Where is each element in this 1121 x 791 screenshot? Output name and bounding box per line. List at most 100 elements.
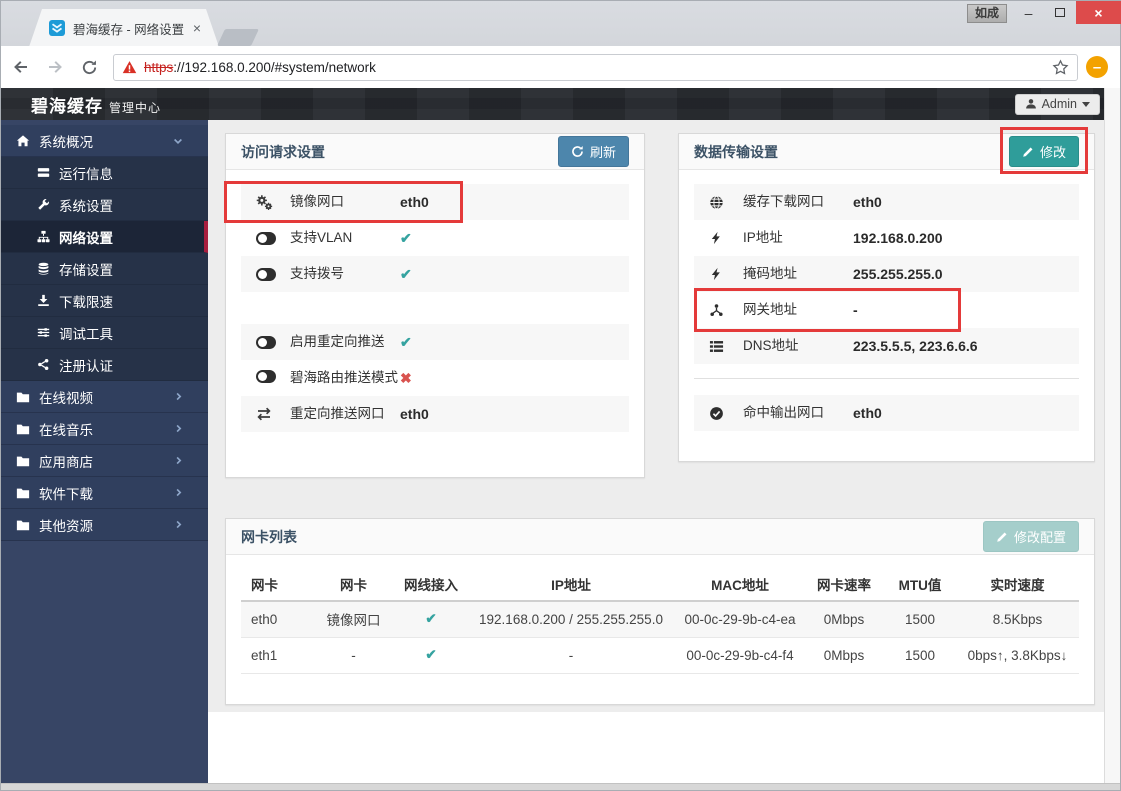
extension-icon[interactable]: – <box>1086 56 1108 78</box>
setting-value: eth0 <box>400 406 429 422</box>
sidebar-item-download-limit[interactable]: 下载限速 <box>1 285 208 317</box>
toggle-icon <box>256 231 276 245</box>
setting-row-redirect-port: 重定向推送网口 eth0 <box>241 396 629 432</box>
forward-icon[interactable] <box>41 53 69 81</box>
chevron-right-icon <box>173 487 184 498</box>
globe-icon <box>709 195 729 210</box>
check-icon: ✔ <box>400 333 412 350</box>
nic-rate: 8.5Kbps <box>956 601 1079 638</box>
browser-window: 碧海缓存 - 网络设置 × 如成 – × https://192.168.0.2… <box>0 0 1121 791</box>
sidebar-item-other-resources[interactable]: 其他资源 <box>1 509 208 541</box>
maximize-icon[interactable] <box>1044 1 1076 24</box>
download-icon <box>37 294 50 307</box>
nic-role: 镜像网口 <box>311 601 396 638</box>
sidebar-item-online-music[interactable]: 在线音乐 <box>1 413 208 445</box>
exchange-icon <box>256 406 276 422</box>
col-header: MAC地址 <box>676 567 804 602</box>
setting-row-ip: IP地址 192.168.0.200 <box>694 220 1079 256</box>
folder-icon <box>16 486 30 500</box>
url-rest: ://192.168.0.200/#system/network <box>173 59 376 75</box>
edit-button[interactable]: 修改 <box>1008 136 1079 167</box>
minimize-icon[interactable]: – <box>1013 1 1044 24</box>
refresh-button[interactable]: 刷新 <box>557 136 629 167</box>
setting-value: 192.168.0.200 <box>853 230 943 246</box>
setting-row-dns: DNS地址 223.5.5.5, 223.6.6.6 <box>694 328 1079 364</box>
setting-row-vlan: 支持VLAN ✔ <box>241 220 629 256</box>
gears-icon <box>256 194 276 211</box>
sidebar-item-software-download[interactable]: 软件下载 <box>1 477 208 509</box>
check-circle-icon <box>709 406 729 421</box>
sitemap-icon <box>37 230 50 243</box>
toggle-icon <box>256 267 276 281</box>
nic-ip: - <box>466 637 676 674</box>
setting-row-hit-output-port: 命中输出网口 eth0 <box>694 395 1079 431</box>
setting-row-mask: 掩码地址 255.255.255.0 <box>694 256 1079 292</box>
sidebar-item-network-settings[interactable]: 网络设置 <box>1 221 208 253</box>
back-icon[interactable] <box>7 53 35 81</box>
edit-config-button[interactable]: 修改配置 <box>982 521 1079 552</box>
sidebar-item-register-auth[interactable]: 注册认证 <box>1 349 208 381</box>
check-icon: ✔ <box>400 265 412 282</box>
window-bottom-border <box>1 783 1120 790</box>
setting-value: eth0 <box>853 194 882 210</box>
url-scheme-struck: https <box>144 59 174 75</box>
tab-stub[interactable] <box>217 29 259 46</box>
admin-menu-button[interactable]: Admin <box>1014 93 1100 115</box>
warning-icon[interactable] <box>122 60 137 75</box>
setting-value: eth0 <box>400 194 429 210</box>
setting-label: 重定向推送网口 <box>290 406 385 422</box>
col-header: 网卡速率 <box>804 567 884 602</box>
chevron-right-icon <box>173 519 184 530</box>
nic-mtu: 1500 <box>884 637 956 674</box>
user-icon <box>1025 98 1037 110</box>
col-header: 网卡 <box>241 567 311 602</box>
nic-table: 网卡 网卡 网线接入 IP地址 MAC地址 网卡速率 MTU值 实时速度 eth… <box>241 567 1079 674</box>
nic-list-panel: 网卡列表 修改配置 网卡 网卡 网线接入 IP地址 MAC地址 网卡速率 MTU… <box>225 518 1095 705</box>
setting-label: 碧海路由推送模式 <box>290 370 398 385</box>
browser-tab[interactable]: 碧海缓存 - 网络设置 × <box>29 9 219 47</box>
folder-icon <box>16 518 30 532</box>
setting-row-redirect-push: 启用重定向推送 ✔ <box>241 324 629 360</box>
address-bar[interactable]: https://192.168.0.200/#system/network <box>113 53 1078 81</box>
folder-icon <box>16 454 30 468</box>
sidebar-item-system-settings[interactable]: 系统设置 <box>1 189 208 221</box>
access-request-panel: 访问请求设置 刷新 镜像网口 eth0 支持VLAN ✔ 支持拨号 ✔ 启用重定… <box>224 133 645 478</box>
setting-label: 支持VLAN <box>290 230 353 246</box>
brand-title: 碧海缓存 管理中心 <box>31 96 162 116</box>
list-icon <box>709 339 729 354</box>
database-icon <box>37 262 50 275</box>
bookmark-star-icon[interactable] <box>1052 58 1069 76</box>
access-panel-header: 访问请求设置 刷新 <box>226 134 644 170</box>
sidebar-item-storage-settings[interactable]: 存储设置 <box>1 253 208 285</box>
reload-icon[interactable] <box>75 53 103 81</box>
ime-indicator[interactable]: 如成 <box>967 4 1007 23</box>
close-icon[interactable]: × <box>1076 1 1121 24</box>
setting-label: 网关地址 <box>743 302 797 318</box>
setting-label: 镜像网口 <box>290 194 344 210</box>
nic-table-header-row: 网卡 网卡 网线接入 IP地址 MAC地址 网卡速率 MTU值 实时速度 <box>241 567 1079 602</box>
wrench-icon <box>37 198 50 211</box>
sidebar-item-app-store[interactable]: 应用商店 <box>1 445 208 477</box>
folder-icon <box>16 390 30 404</box>
setting-label: 启用重定向推送 <box>290 334 385 350</box>
pencil-icon <box>996 531 1008 543</box>
tab-close-icon[interactable]: × <box>193 21 201 35</box>
col-header: 实时速度 <box>956 567 1079 602</box>
scrollbar[interactable] <box>1104 88 1120 783</box>
sidebar-submenu: 运行信息 系统设置 网络设置 存储设置 下载限速 调试工具 注册认证 <box>1 157 208 381</box>
toggle-icon <box>256 335 276 349</box>
nic-role: - <box>311 637 396 674</box>
bolt-icon <box>709 267 729 281</box>
server-bars-icon <box>37 166 50 179</box>
sidebar-item-debug-tools[interactable]: 调试工具 <box>1 317 208 349</box>
sidebar-item-running-info[interactable]: 运行信息 <box>1 157 208 189</box>
setting-row-router-push-mode: 碧海路由推送模式 ✖ <box>241 360 629 396</box>
chevron-right-icon <box>173 455 184 466</box>
col-header: MTU值 <box>884 567 956 602</box>
sidebar-item-system-overview[interactable]: 系统概况 <box>1 125 208 157</box>
browser-navbar: https://192.168.0.200/#system/network – <box>1 46 1120 88</box>
sidebar-item-online-video[interactable]: 在线视频 <box>1 381 208 413</box>
nic-ip: 192.168.0.200 / 255.255.255.0 <box>466 601 676 638</box>
nic-mtu: 1500 <box>884 601 956 638</box>
admin-label: Admin <box>1041 97 1077 111</box>
